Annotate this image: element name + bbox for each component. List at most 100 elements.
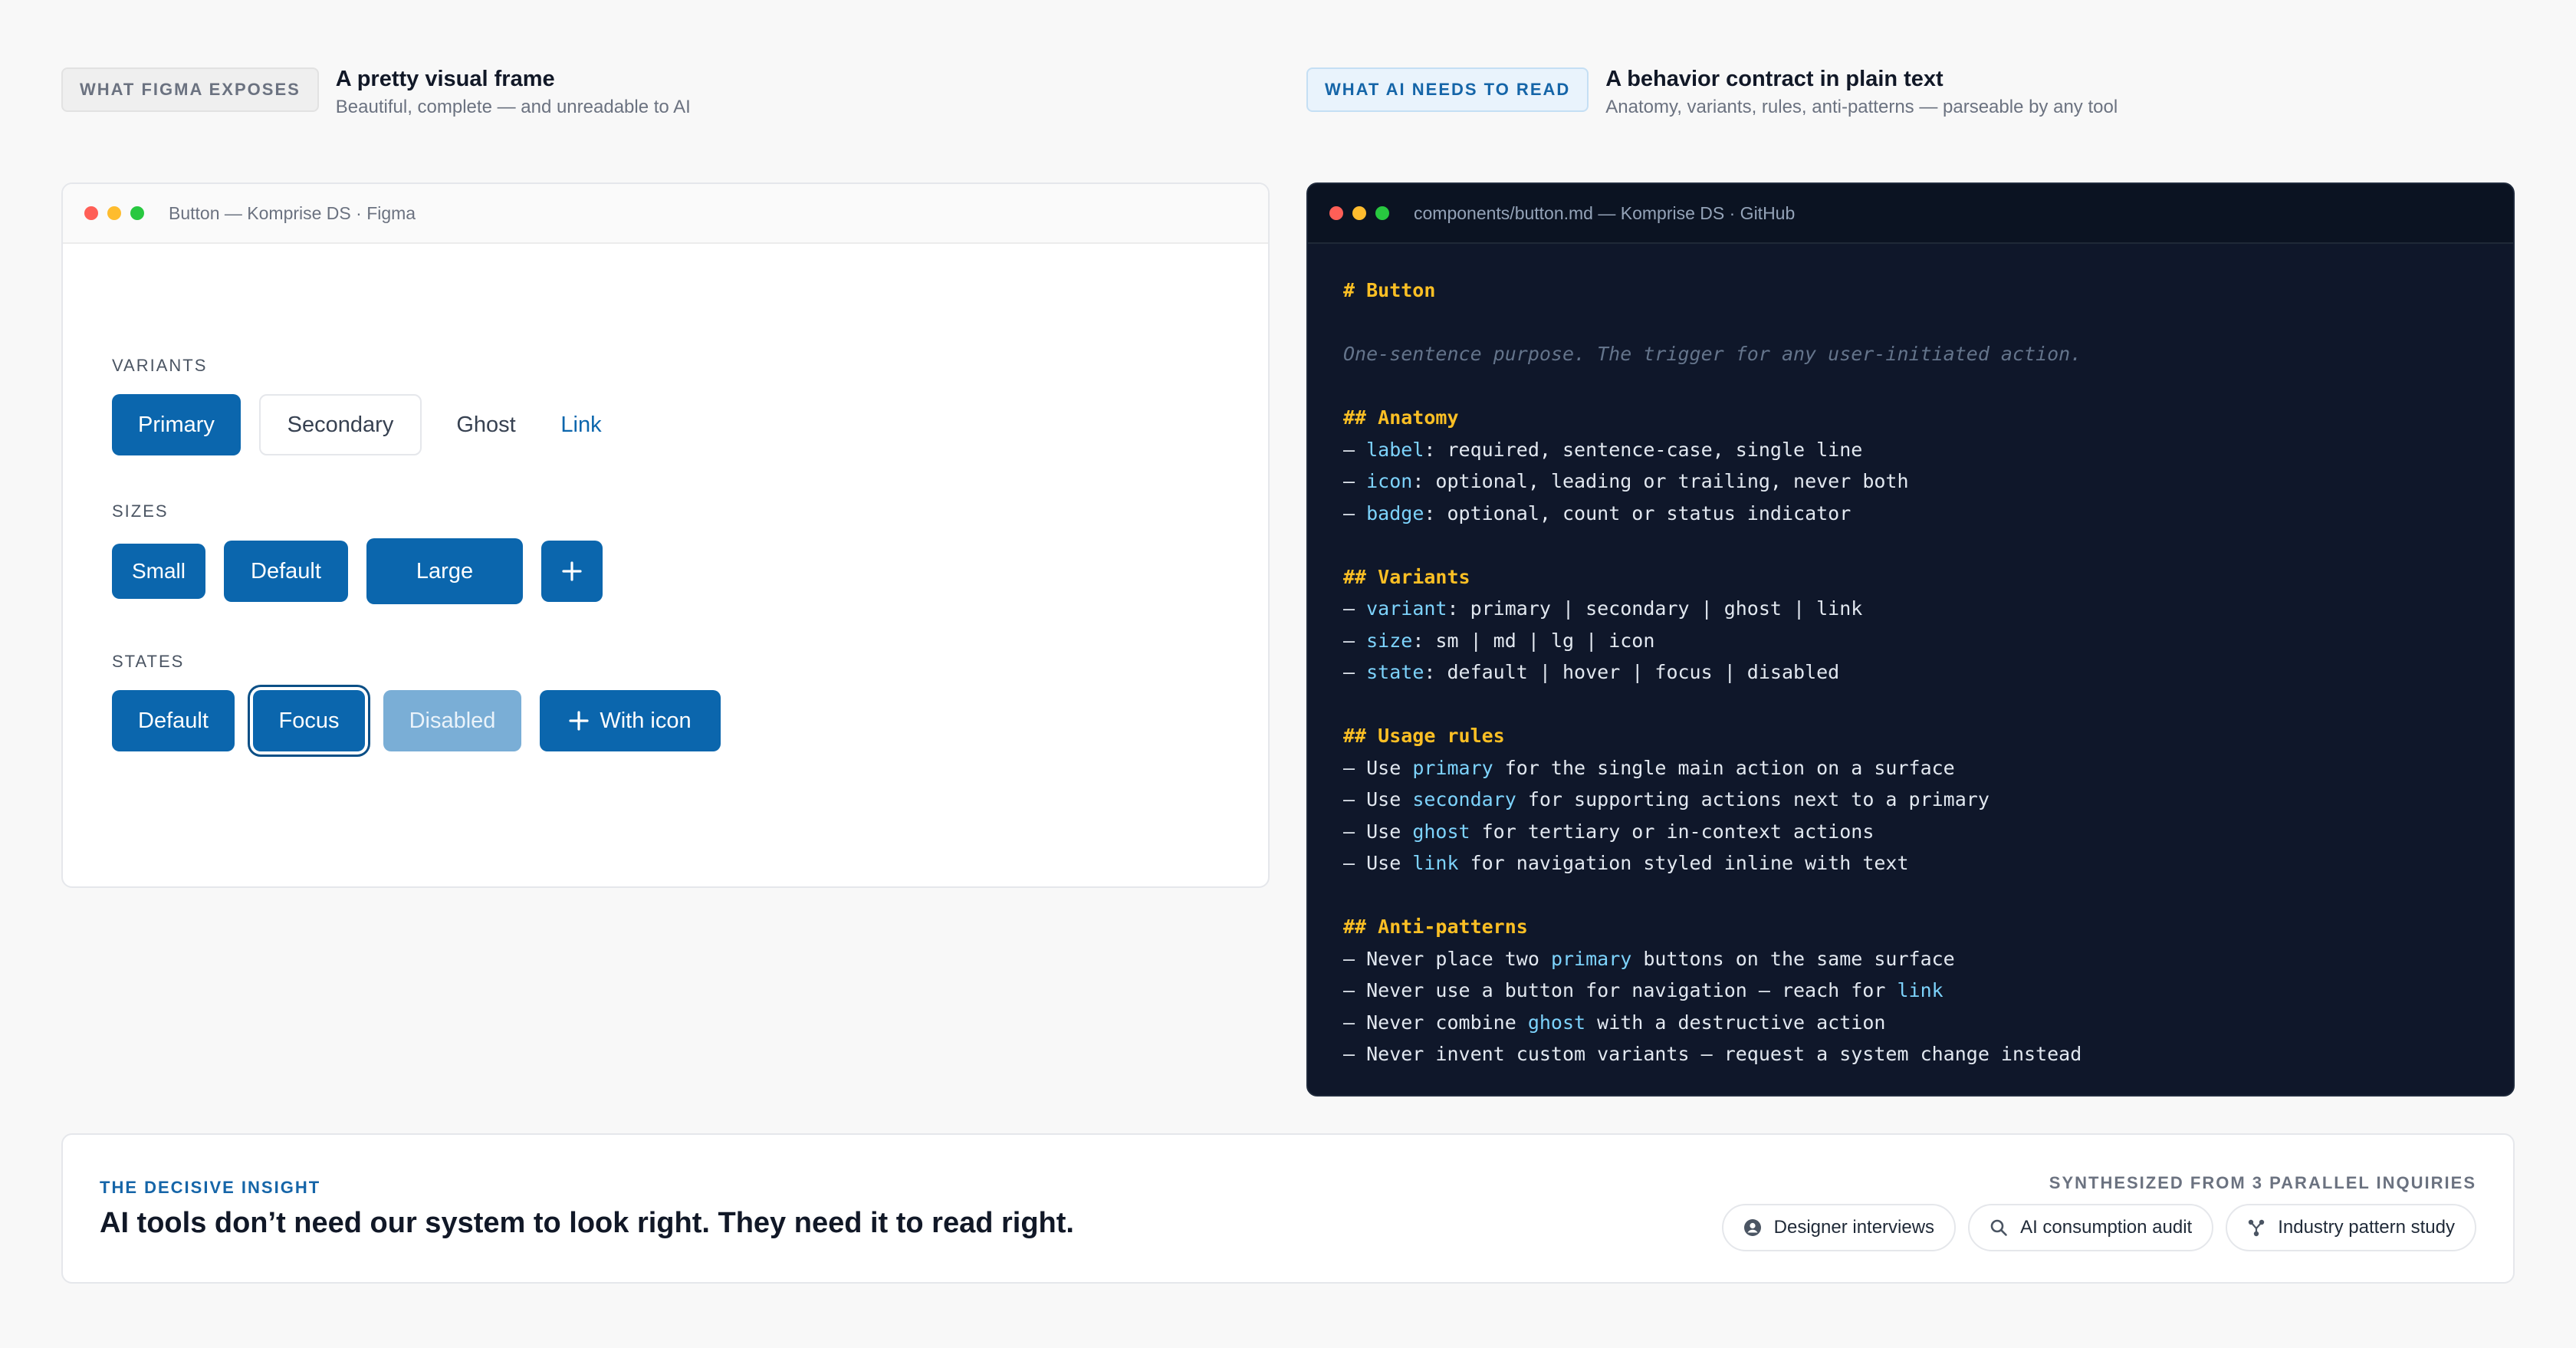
code-line: One-sentence purpose. The trigger for an… [1343, 338, 2478, 370]
code-line: # Button [1343, 275, 2478, 307]
default-size-button[interactable]: Default [224, 541, 348, 602]
code-keyword: primary [1550, 947, 1632, 970]
large-button[interactable]: Large [366, 538, 523, 604]
decisive-insight-panel: THE DECISIVE INSIGHT AI tools don’t need… [61, 1133, 2515, 1284]
code-text: : optional, count or status indicator [1424, 501, 1852, 524]
code-keyword: link [1897, 979, 1944, 1001]
code-line: ## Usage rules [1343, 720, 2478, 752]
code-line: ## Variants [1343, 561, 2478, 593]
user-circle-icon [1743, 1219, 1761, 1236]
code-heading: # Button [1343, 279, 1436, 301]
code-text: for navigation styled inline with text [1458, 852, 1909, 874]
code-text: – [1343, 597, 1367, 620]
ai-header-title: A behavior contract in plain text [1605, 67, 1944, 91]
code-keyword: ghost [1412, 820, 1470, 843]
chip-label: Designer interviews [1773, 1217, 1935, 1238]
secondary-button[interactable]: Secondary [259, 394, 422, 455]
code-line: – variant: primary | secondary | ghost |… [1343, 593, 2478, 625]
figma-header-title: A pretty visual frame [335, 67, 555, 91]
close-window-icon[interactable] [84, 206, 98, 220]
code-text: – [1343, 661, 1367, 683]
code-heading: ## Anti-patterns [1343, 916, 1528, 938]
code-keyword: icon [1366, 470, 1413, 492]
github-markdown-window: components/button.md — Komprise DS · Git… [1306, 182, 2515, 1096]
with-icon-button[interactable]: With icon [540, 690, 721, 751]
code-line: – Never invent custom variants — request… [1343, 1038, 2478, 1070]
figma-canvas: VARIANTS Primary Secondary Ghost Link SI… [63, 244, 1268, 886]
code-keyword: label [1366, 438, 1424, 461]
small-button[interactable]: Small [112, 544, 205, 599]
code-line: ## Anatomy [1343, 402, 2478, 434]
code-text: – [1343, 501, 1367, 524]
states-label: STATES [112, 652, 185, 671]
minimize-window-icon[interactable] [1352, 206, 1366, 220]
code-keyword: size [1366, 629, 1413, 652]
primary-button[interactable]: Primary [112, 394, 241, 455]
chip-label: AI consumption audit [2020, 1217, 2193, 1238]
code-keyword: state [1366, 661, 1424, 683]
code-keyword: badge [1366, 501, 1424, 524]
github-window-title: components/button.md — Komprise DS · Git… [1414, 202, 1796, 223]
code-text: : required, sentence-case, single line [1424, 438, 1863, 461]
sizes-label: SIZES [112, 501, 169, 521]
figma-window-title: Button — Komprise DS · Figma [169, 202, 416, 223]
code-keyword: variant [1366, 597, 1447, 620]
code-line: – Never combine ghost with a destructive… [1343, 1007, 2478, 1039]
ai-header-text: A behavior contract in plain text Anatom… [1605, 67, 2118, 120]
code-text: – [1343, 470, 1367, 492]
code-text: – Use [1343, 788, 1413, 810]
code-line: – Never use a button for navigation — re… [1343, 975, 2478, 1007]
code-text: with a destructive action [1585, 1011, 1886, 1034]
code-text: : primary | secondary | ghost | link [1447, 597, 1863, 620]
code-line: – size: sm | md | lg | icon [1343, 625, 2478, 657]
code-line: – Use primary for the single main action… [1343, 752, 2478, 784]
maximize-window-icon[interactable] [1375, 206, 1389, 220]
code-text: for tertiary or in-context actions [1470, 820, 1875, 843]
code-line: – badge: optional, count or status indic… [1343, 498, 2478, 530]
network-icon [2249, 1219, 2265, 1237]
search-icon [1990, 1219, 2007, 1236]
figma-window: Button — Komprise DS · Figma VARIANTS Pr… [61, 182, 1270, 888]
figma-titlebar: Button — Komprise DS · Figma [63, 184, 1268, 244]
default-state-button[interactable]: Default [112, 690, 235, 751]
ghost-button[interactable]: Ghost [440, 394, 532, 455]
code-keyword: link [1412, 852, 1459, 874]
code-text: – Use [1343, 852, 1413, 874]
code-line: – Use link for navigation styled inline … [1343, 847, 2478, 879]
figma-header-subtitle: Beautiful, complete — and unreadable to … [335, 97, 691, 117]
figma-exposes-tag: WHAT FIGMA EXPOSES [61, 67, 319, 112]
minimize-window-icon[interactable] [107, 206, 121, 220]
code-text: : default | hover | focus | disabled [1424, 661, 1840, 683]
code-text: for the single main action on a surface [1493, 756, 1955, 779]
states-row: Default Focus Disabled With icon [112, 690, 739, 751]
chip-designer-interviews[interactable]: Designer interviews [1721, 1204, 1957, 1251]
close-window-icon[interactable] [1329, 206, 1343, 220]
focus-state-button[interactable]: Focus [253, 690, 365, 751]
chip-industry-pattern-study[interactable]: Industry pattern study [2226, 1204, 2476, 1251]
code-text: buttons on the same surface [1631, 947, 1955, 970]
link-button[interactable]: Link [550, 394, 612, 455]
code-text: – Never invent custom variants — request… [1343, 1043, 2082, 1065]
code-keyword: secondary [1412, 788, 1516, 810]
code-text: – Never use a button for navigation — re… [1343, 979, 1898, 1001]
code-line: ## Anti-patterns [1343, 911, 2478, 943]
code-keyword: primary [1412, 756, 1493, 779]
disabled-state-button: Disabled [383, 690, 521, 751]
inquiry-chips: Designer interviews AI consumption audit… [1710, 1204, 2476, 1251]
chip-ai-consumption-audit[interactable]: AI consumption audit [1968, 1204, 2214, 1251]
code-comment: One-sentence purpose. The trigger for an… [1343, 343, 2082, 365]
maximize-window-icon[interactable] [130, 206, 144, 220]
ai-header-subtitle: Anatomy, variants, rules, anti-patterns … [1605, 97, 2118, 117]
code-heading: ## Variants [1343, 565, 1470, 588]
icon-button[interactable] [541, 541, 603, 602]
with-icon-button-label: With icon [600, 708, 692, 733]
ai-column-header: WHAT AI NEEDS TO READ A behavior contrac… [1306, 67, 2118, 120]
code-text: – Use [1343, 756, 1413, 779]
synthesized-label: SYNTHESIZED FROM 3 PARALLEL INQUIRIES [2049, 1173, 2476, 1192]
figma-column-header: WHAT FIGMA EXPOSES A pretty visual frame… [61, 67, 691, 120]
variants-row: Primary Secondary Ghost Link [112, 394, 630, 455]
